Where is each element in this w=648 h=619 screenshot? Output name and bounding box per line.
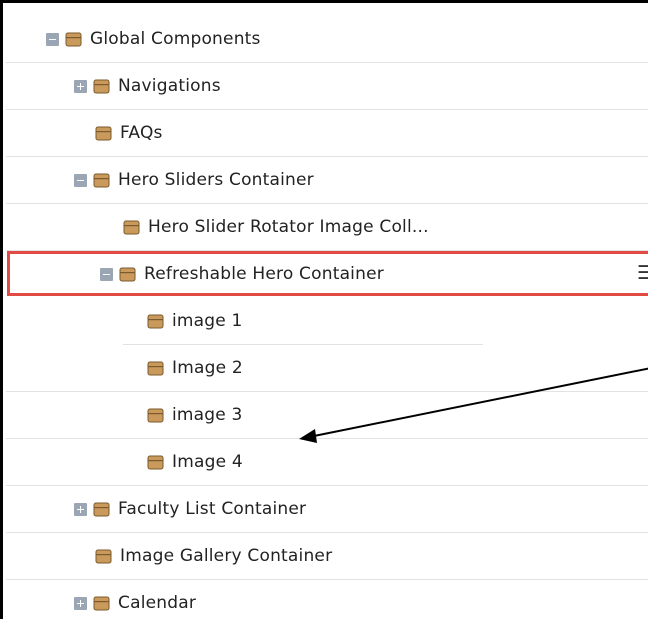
tree-item-label: Faculty List Container: [118, 499, 307, 519]
folder-icon: [147, 455, 164, 469]
expand-toggle-icon[interactable]: [74, 596, 87, 610]
tree-item-image-2[interactable]: Image 2: [6, 345, 648, 392]
row-divider: [123, 344, 483, 345]
tree-item-refreshable-hero-container[interactable]: Refreshable Hero Container ☰: [6, 251, 648, 298]
tree-item-label: Hero Sliders Container: [118, 170, 314, 190]
folder-icon: [93, 173, 110, 187]
tree-item-label: Image 2: [172, 358, 243, 378]
tree-item-calendar[interactable]: Calendar: [6, 580, 648, 619]
folder-icon: [147, 408, 164, 422]
tree-item-label: image 1: [172, 311, 243, 331]
collapse-toggle-icon[interactable]: [100, 267, 113, 281]
folder-icon: [65, 32, 82, 46]
tree-item-faqs[interactable]: FAQs: [6, 110, 648, 157]
tree-item-label: image 3: [172, 405, 243, 425]
expand-toggle-icon[interactable]: [74, 502, 87, 516]
tree-item-image-3[interactable]: image 3: [6, 392, 648, 439]
folder-icon: [93, 79, 110, 93]
folder-icon: [123, 220, 140, 234]
tree-item-label: FAQs: [120, 123, 163, 143]
tree-item-image-1[interactable]: image 1: [6, 298, 648, 345]
hamburger-dropdown-icon[interactable]: ☰: [637, 259, 648, 287]
tree-item-hero-slider-rotator[interactable]: Hero Slider Rotator Image Coll...: [6, 204, 648, 251]
tree-item-label: Calendar: [118, 593, 197, 613]
folder-icon: [95, 549, 112, 563]
tree-item-image-4[interactable]: Image 4: [6, 439, 648, 486]
tree-item-label: Global Components: [90, 29, 261, 49]
tree-item-label: Hero Slider Rotator Image Coll...: [148, 217, 429, 237]
folder-icon: [147, 361, 164, 375]
folder-icon: [95, 126, 112, 140]
tree-item-label: Image Gallery Container: [120, 546, 333, 566]
tree-item-label: Navigations: [118, 76, 221, 96]
expand-toggle-icon[interactable]: [74, 79, 87, 93]
collapse-toggle-icon[interactable]: [74, 173, 87, 187]
content-tree-panel: Global Components Navigations FAQs Hero …: [0, 0, 648, 619]
tree-item-navigations[interactable]: Navigations: [6, 63, 648, 110]
collapse-toggle-icon[interactable]: [46, 32, 59, 46]
tree-item-label: Refreshable Hero Container: [144, 264, 384, 284]
tree-item-label: Image 4: [172, 452, 243, 472]
tree-item-global-components[interactable]: Global Components: [6, 16, 648, 63]
folder-icon: [93, 596, 110, 610]
folder-icon: [119, 267, 136, 281]
tree-item-image-gallery-container[interactable]: Image Gallery Container: [6, 533, 648, 580]
tree-item-hero-sliders-container[interactable]: Hero Sliders Container: [6, 157, 648, 204]
folder-icon: [147, 314, 164, 328]
tree-item-faculty-list-container[interactable]: Faculty List Container: [6, 486, 648, 533]
folder-icon: [93, 502, 110, 516]
